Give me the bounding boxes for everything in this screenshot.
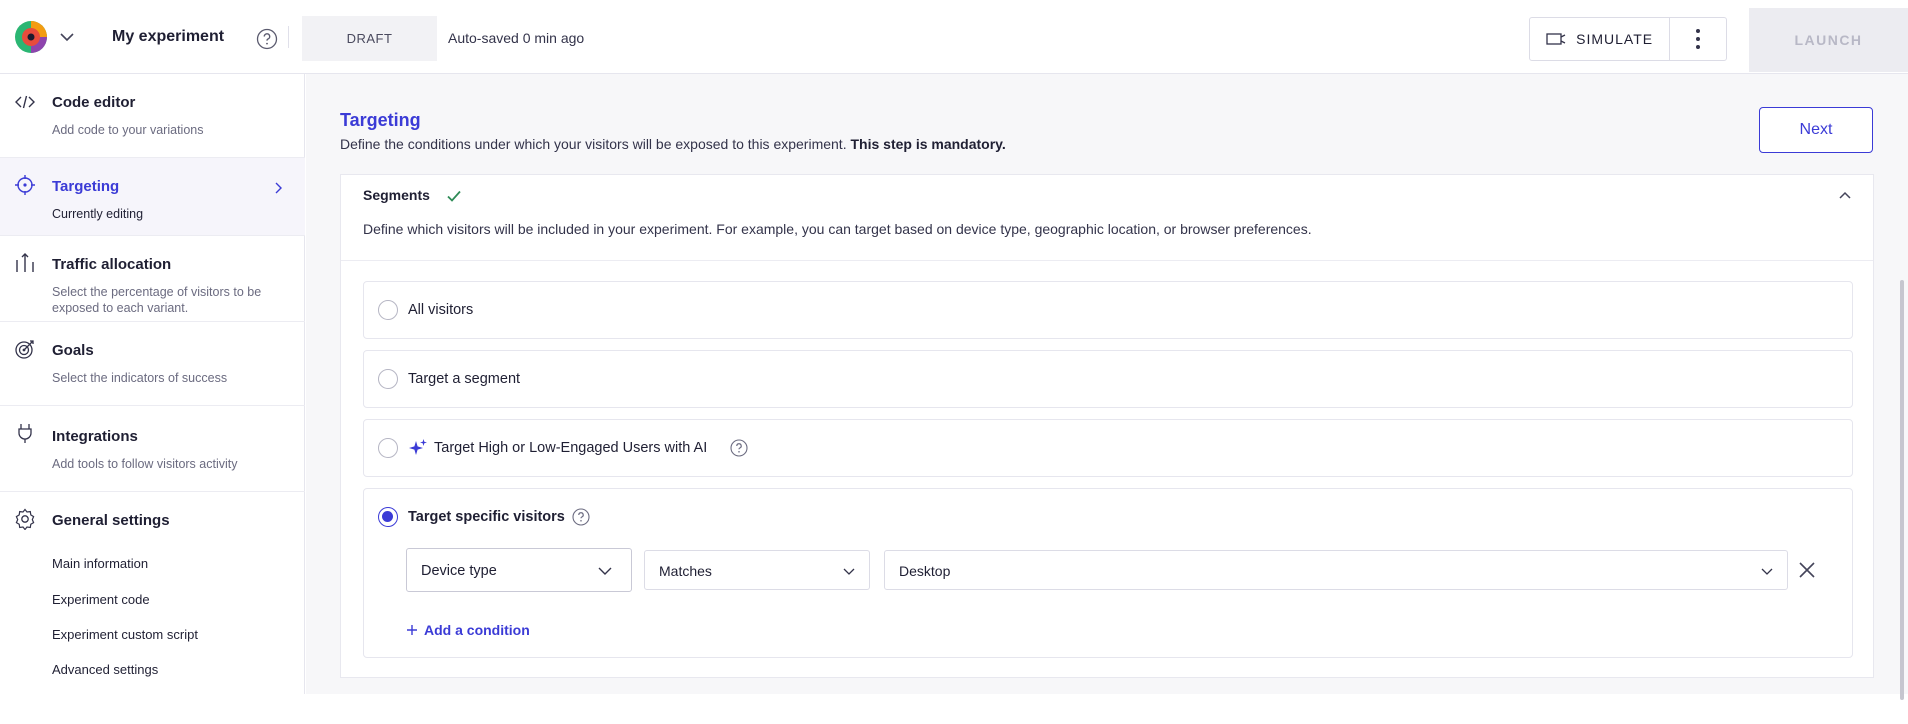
simulate-group: SIMULATE xyxy=(1529,17,1727,61)
sparkle-icon xyxy=(409,439,427,455)
condition-field-select[interactable]: Device type xyxy=(406,548,632,592)
option-all-visitors[interactable]: All visitors xyxy=(363,281,1853,339)
segments-title: Segments xyxy=(363,187,430,203)
plug-icon xyxy=(18,424,32,443)
segments-card: Segments Define which visitors will be i… xyxy=(340,174,1874,678)
sidebar-item-desc: Add tools to follow visitors activity xyxy=(52,457,238,471)
sidebar-link-experiment-code[interactable]: Experiment code xyxy=(52,592,150,607)
sidebar-item-desc: Select the percentage of visitors to be … xyxy=(52,285,262,315)
page-title: Targeting xyxy=(340,110,421,130)
traffic-icon xyxy=(16,253,34,272)
add-condition-button[interactable]: Add a condition xyxy=(406,622,530,638)
sidebar-item-code-editor[interactable]: Code editor Add code to your variations xyxy=(0,74,305,158)
check-icon xyxy=(447,190,461,202)
chevron-up-icon[interactable] xyxy=(1835,185,1855,205)
add-condition-label: Add a condition xyxy=(424,622,530,638)
condition-operator-value: Matches xyxy=(659,563,712,579)
option-label: Target a segment xyxy=(408,371,521,387)
sidebar-link-main-information[interactable]: Main information xyxy=(52,556,148,571)
sidebar: Code editor Add code to your variations … xyxy=(0,74,305,694)
more-vertical-icon xyxy=(1696,29,1701,49)
page-description-text: Define the conditions under which your v… xyxy=(340,136,851,152)
sidebar-link-advanced-settings[interactable]: Advanced settings xyxy=(52,662,158,677)
status-badge: DRAFT xyxy=(302,16,437,61)
main-content: Targeting Define the conditions under wh… xyxy=(306,74,1908,700)
sidebar-item-desc: Currently editing xyxy=(52,207,144,221)
radio-all-visitors[interactable] xyxy=(378,300,398,320)
sidebar-item-title: Code editor xyxy=(52,94,136,111)
sidebar-item-title: Integrations xyxy=(52,428,138,445)
sidebar-item-integrations[interactable]: Integrations Add tools to follow visitor… xyxy=(0,406,305,492)
segments-header: Segments Define which visitors will be i… xyxy=(341,175,1873,261)
sidebar-item-title: Goals xyxy=(52,342,94,359)
top-bar: My experiment DRAFT Auto-saved 0 min ago… xyxy=(0,0,1908,74)
gear-icon xyxy=(15,508,35,530)
help-icon[interactable] xyxy=(256,28,278,50)
option-label: Target High or Low-Engaged Users with AI xyxy=(434,440,708,456)
plus-icon xyxy=(407,625,417,635)
sidebar-item-desc: Add code to your variations xyxy=(52,123,204,137)
sidebar-item-general-settings: General settings Main information Experi… xyxy=(0,492,305,694)
sidebar-item-title: Traffic allocation xyxy=(52,256,172,273)
next-button[interactable]: Next xyxy=(1759,107,1873,153)
option-label: All visitors xyxy=(408,302,474,318)
sidebar-item-title[interactable]: General settings xyxy=(52,512,170,529)
option-target-segment[interactable]: Target a segment xyxy=(363,350,1853,408)
experiment-name[interactable]: My experiment xyxy=(112,28,224,46)
simulate-label: SIMULATE xyxy=(1576,31,1654,47)
option-label: Target specific visitors xyxy=(408,509,565,525)
simulate-button[interactable]: SIMULATE xyxy=(1530,18,1671,60)
condition-operator-select[interactable]: Matches xyxy=(644,550,870,590)
code-icon xyxy=(15,95,35,109)
sidebar-item-targeting[interactable]: Targeting Currently editing xyxy=(0,158,305,236)
autosave-status: Auto-saved 0 min ago xyxy=(448,30,585,46)
page-description-mandatory: This step is mandatory. xyxy=(850,136,1006,152)
segments-description: Define which visitors will be included i… xyxy=(363,221,1312,237)
radio-target-specific[interactable] xyxy=(378,507,398,527)
more-options-button[interactable] xyxy=(1670,18,1726,60)
close-icon[interactable] xyxy=(1796,559,1818,581)
option-target-specific[interactable]: Target specific visitors Device type Mat… xyxy=(363,488,1853,658)
sidebar-item-traffic-allocation[interactable]: Traffic allocation Select the percentage… xyxy=(0,236,305,322)
page-description: Define the conditions under which your v… xyxy=(340,136,1006,152)
chevron-down-icon xyxy=(843,568,855,575)
radio-target-ai[interactable] xyxy=(378,438,398,458)
condition-field-value: Device type xyxy=(421,563,497,579)
sidebar-item-goals[interactable]: Goals Select the indicators of success xyxy=(0,322,305,406)
chevron-down-icon xyxy=(598,567,612,575)
help-icon[interactable] xyxy=(572,508,590,526)
option-target-ai[interactable]: Target High or Low-Engaged Users with AI xyxy=(363,419,1853,477)
app-logo-icon[interactable] xyxy=(14,20,48,54)
help-icon[interactable] xyxy=(730,439,748,457)
condition-value-select[interactable]: Desktop xyxy=(884,550,1788,590)
condition-value: Desktop xyxy=(899,563,951,579)
sidebar-item-title: Targeting xyxy=(52,178,120,195)
simulate-icon xyxy=(1546,33,1566,45)
goal-icon xyxy=(15,340,34,359)
radio-target-segment[interactable] xyxy=(378,369,398,389)
main-scrollbar[interactable] xyxy=(1900,280,1904,700)
sidebar-link-experiment-custom-script[interactable]: Experiment custom script xyxy=(52,627,198,642)
launch-button[interactable]: LAUNCH xyxy=(1749,8,1908,72)
sidebar-item-desc: Select the indicators of success xyxy=(52,371,228,385)
chevron-right-icon xyxy=(275,182,282,194)
divider xyxy=(288,26,289,48)
chevron-down-icon xyxy=(1761,568,1773,575)
chevron-down-icon[interactable] xyxy=(58,28,76,46)
target-icon xyxy=(15,175,35,195)
